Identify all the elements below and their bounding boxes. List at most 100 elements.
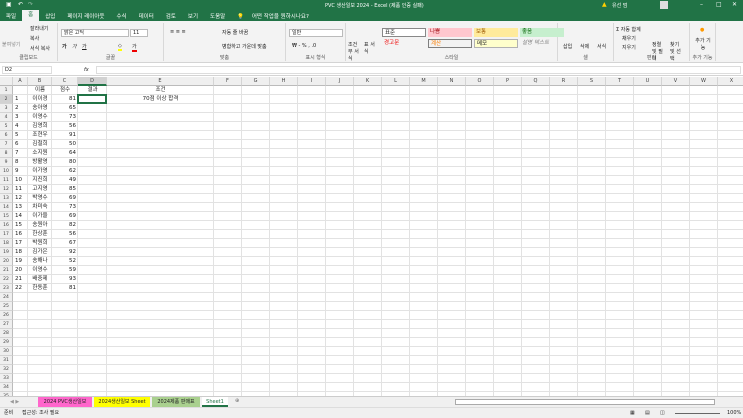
score-cell[interactable]: 73 bbox=[52, 203, 78, 212]
redo-icon[interactable]: ↷ bbox=[28, 1, 33, 8]
bold-button[interactable]: 가 bbox=[62, 43, 67, 50]
column-header-B[interactable]: B bbox=[28, 77, 52, 86]
score-cell[interactable]: 65 bbox=[52, 104, 78, 113]
avatar[interactable] bbox=[660, 1, 668, 9]
score-cell[interactable]: 91 bbox=[52, 131, 78, 140]
name-cell[interactable]: 박영수 bbox=[28, 194, 52, 203]
score-cell[interactable]: 80 bbox=[52, 158, 78, 167]
maximize-button[interactable]: □ bbox=[716, 1, 722, 8]
user-name[interactable]: 유선 덤 bbox=[612, 2, 627, 9]
style-bad[interactable]: 나쁨 bbox=[428, 28, 472, 37]
row-number-cell[interactable]: 11 bbox=[13, 185, 28, 194]
row-number-cell[interactable]: 5 bbox=[13, 131, 28, 140]
row-header[interactable]: 12 bbox=[0, 185, 13, 194]
header-condition[interactable]: 조건 bbox=[107, 86, 214, 95]
minimize-button[interactable]: – bbox=[700, 1, 703, 8]
fill-button[interactable]: 채우기 bbox=[622, 35, 636, 42]
column-header-I[interactable]: I bbox=[298, 77, 326, 86]
tab-data[interactable]: 데이터 bbox=[133, 12, 160, 20]
column-header-K[interactable]: K bbox=[354, 77, 382, 86]
row-header[interactable]: 16 bbox=[0, 221, 13, 230]
column-header-X[interactable]: X bbox=[718, 77, 743, 86]
row-number-cell[interactable]: 6 bbox=[13, 140, 28, 149]
name-cell[interactable]: 배중제 bbox=[28, 275, 52, 284]
row-header[interactable]: 14 bbox=[0, 203, 13, 212]
cut-button[interactable]: 잘라내기 bbox=[30, 25, 48, 32]
fill-color-button[interactable]: ◇ bbox=[118, 43, 122, 51]
column-header-N[interactable]: N bbox=[438, 77, 466, 86]
row-header[interactable]: 19 bbox=[0, 248, 13, 257]
score-cell[interactable]: 81 bbox=[52, 284, 78, 293]
zoom-slider[interactable] bbox=[675, 413, 720, 414]
row-number-cell[interactable]: 19 bbox=[13, 257, 28, 266]
selected-cell-D2[interactable] bbox=[77, 94, 107, 104]
score-cell[interactable]: 93 bbox=[52, 275, 78, 284]
style-calc[interactable]: 계산 bbox=[428, 39, 472, 48]
style-neutral[interactable]: 보통 bbox=[474, 28, 518, 37]
name-cell[interactable]: 이영수 bbox=[28, 113, 52, 122]
column-header-Q[interactable]: Q bbox=[522, 77, 550, 86]
row-header[interactable]: 2 bbox=[0, 95, 13, 104]
row-header[interactable]: 11 bbox=[0, 176, 13, 185]
row-header[interactable]: 6 bbox=[0, 131, 13, 140]
name-cell[interactable]: 송원아 bbox=[28, 221, 52, 230]
name-cell[interactable]: 이가영 bbox=[28, 167, 52, 176]
row-header[interactable]: 4 bbox=[0, 113, 13, 122]
name-cell[interactable]: 한동훈 bbox=[28, 284, 52, 293]
column-header-C[interactable]: C bbox=[52, 77, 78, 86]
style-note[interactable]: 메모 bbox=[474, 39, 518, 48]
score-cell[interactable]: 85 bbox=[52, 185, 78, 194]
row-header[interactable]: 18 bbox=[0, 239, 13, 248]
style-warning[interactable]: 경고문 bbox=[382, 39, 426, 48]
row-number-cell[interactable]: 7 bbox=[13, 149, 28, 158]
clear-button[interactable]: 지우기 bbox=[622, 44, 636, 51]
tab-review[interactable]: 검토 bbox=[160, 12, 182, 20]
percent-button[interactable]: ₩ - % , .0 bbox=[292, 43, 316, 49]
page-break-button[interactable]: ◫ bbox=[660, 408, 665, 418]
row-header[interactable]: 32 bbox=[0, 365, 13, 374]
wrap-text-button[interactable]: 자동 줄 바꿈 bbox=[222, 29, 248, 36]
column-header-M[interactable]: M bbox=[410, 77, 438, 86]
row-header[interactable]: 24 bbox=[0, 293, 13, 302]
row-header[interactable]: 13 bbox=[0, 194, 13, 203]
row-header[interactable]: 26 bbox=[0, 311, 13, 320]
row-header[interactable]: 7 bbox=[0, 140, 13, 149]
tab-view[interactable]: 보기 bbox=[182, 12, 204, 20]
row-header[interactable]: 15 bbox=[0, 212, 13, 221]
column-header-H[interactable]: H bbox=[270, 77, 298, 86]
column-header-L[interactable]: L bbox=[382, 77, 410, 86]
row-header[interactable]: 34 bbox=[0, 383, 13, 392]
add-sheet-button[interactable]: ⊕ bbox=[235, 398, 239, 404]
row-number-cell[interactable]: 13 bbox=[13, 203, 28, 212]
row-number-cell[interactable]: 8 bbox=[13, 158, 28, 167]
prev-sheet-button[interactable]: ◀ ▶ bbox=[10, 399, 19, 405]
column-header-T[interactable]: T bbox=[606, 77, 634, 86]
column-header-J[interactable]: J bbox=[326, 77, 354, 86]
column-header-W[interactable]: W bbox=[690, 77, 718, 86]
sheet-tab[interactable]: 2024 PVC생산일보 bbox=[38, 397, 92, 407]
tab-formulas[interactable]: 수식 bbox=[110, 12, 132, 20]
table-format-button[interactable]: 표 서식 bbox=[364, 41, 376, 55]
row-header[interactable]: 10 bbox=[0, 167, 13, 176]
row-number-cell[interactable]: 14 bbox=[13, 212, 28, 221]
accessibility-status[interactable]: 접근성: 조사 필요 bbox=[22, 408, 59, 418]
score-cell[interactable]: 67 bbox=[52, 239, 78, 248]
column-header-S[interactable]: S bbox=[578, 77, 606, 86]
row-number-cell[interactable]: 12 bbox=[13, 194, 28, 203]
worksheet-grid[interactable]: A B C D E F G H I J K L M N O P Q R S T U V W X 1 2 3 4 5 6 7 8 9 10 11 12 1… bbox=[0, 77, 743, 396]
name-box[interactable]: D2 bbox=[2, 66, 52, 74]
align-icons[interactable]: ≡ ≡ ≡ bbox=[170, 29, 186, 35]
page-layout-button[interactable]: ▤ bbox=[645, 408, 650, 418]
row-number-cell[interactable]: 4 bbox=[13, 122, 28, 131]
row-number-cell[interactable]: 20 bbox=[13, 266, 28, 275]
name-cell[interactable]: 소지원 bbox=[28, 149, 52, 158]
name-cell[interactable]: 김가은 bbox=[28, 248, 52, 257]
fx-icon[interactable]: fx bbox=[84, 67, 89, 73]
score-cell[interactable]: 56 bbox=[52, 122, 78, 131]
row-number-cell[interactable]: 22 bbox=[13, 284, 28, 293]
column-header-V[interactable]: V bbox=[662, 77, 690, 86]
tab-help[interactable]: 도움말 bbox=[204, 12, 231, 20]
name-cell[interactable]: 송해나 bbox=[28, 257, 52, 266]
column-header-F[interactable]: F bbox=[214, 77, 242, 86]
tab-page-layout[interactable]: 페이지 레이아웃 bbox=[61, 12, 110, 20]
